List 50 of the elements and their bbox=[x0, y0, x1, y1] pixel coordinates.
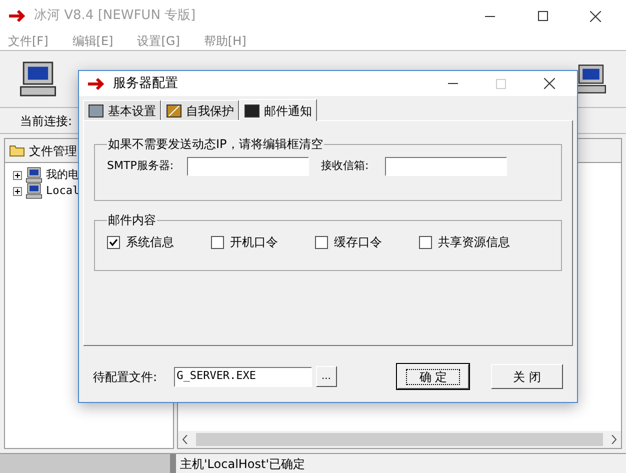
close-icon[interactable] bbox=[544, 78, 554, 89]
folder-icon bbox=[9, 144, 25, 157]
close-icon[interactable] bbox=[590, 10, 601, 22]
computer-icon bbox=[26, 167, 42, 183]
scroll-left-icon[interactable] bbox=[182, 435, 188, 444]
computer-icon bbox=[576, 64, 606, 94]
checkmark-icon bbox=[109, 238, 118, 246]
app-logo-icon bbox=[8, 8, 26, 24]
connection-label: 当前连接: bbox=[20, 112, 72, 130]
panel-title: 文件管理 bbox=[29, 142, 77, 160]
scroll-right-icon[interactable] bbox=[611, 435, 617, 444]
horizontal-scrollbar[interactable] bbox=[178, 431, 621, 448]
input-field[interactable] bbox=[385, 157, 507, 176]
dialog-button[interactable]: 关 闭 bbox=[491, 364, 563, 389]
checkbox-label[interactable]: 开机口令 bbox=[230, 233, 278, 251]
expand-icon[interactable] bbox=[13, 170, 22, 180]
file-label: 待配置文件: bbox=[93, 368, 158, 386]
dialog-title: 服务器配置 bbox=[113, 74, 178, 93]
file-field[interactable]: G_SERVER.EXE bbox=[174, 366, 312, 386]
maximize-icon bbox=[496, 78, 506, 88]
checkbox-label[interactable]: 缓存口令 bbox=[334, 233, 382, 251]
shield-icon bbox=[166, 102, 182, 118]
checkbox-label[interactable]: 共享资源信息 bbox=[438, 233, 510, 251]
dialog-button[interactable]: 确 定 bbox=[397, 364, 470, 389]
browse-button[interactable]: ... bbox=[316, 366, 337, 387]
tab[interactable]: 自我保护 bbox=[161, 100, 239, 120]
status-text: 主机'LocalHost'已确定 bbox=[170, 454, 626, 473]
window-title: 冰河 V8.4 [NEWFUN 专版] bbox=[34, 7, 196, 26]
menu-item[interactable]: 编辑[E] bbox=[72, 32, 114, 50]
checkbox-label[interactable]: 系统信息 bbox=[126, 233, 174, 251]
menu-item[interactable]: 设置[G] bbox=[137, 32, 180, 50]
input-field[interactable] bbox=[187, 157, 309, 176]
group-title: 如果不需要发送动态IP，请将编辑框清空 bbox=[107, 136, 324, 153]
menu-item[interactable]: 帮助[H] bbox=[204, 32, 246, 50]
checkbox[interactable] bbox=[107, 236, 120, 248]
tree-item[interactable]: Local bbox=[46, 182, 80, 200]
tab[interactable]: 基本设置 bbox=[83, 100, 161, 120]
maximize-icon[interactable] bbox=[538, 11, 548, 21]
field-label: 接收信箱: bbox=[321, 158, 370, 174]
expand-icon[interactable] bbox=[13, 186, 22, 196]
checkbox[interactable] bbox=[211, 236, 224, 248]
computer-icon bbox=[20, 61, 56, 97]
computer-icon bbox=[26, 183, 42, 199]
field-label: SMTP服务器: bbox=[107, 158, 175, 174]
checkbox[interactable] bbox=[315, 236, 328, 248]
tab[interactable]: 邮件通知 bbox=[239, 99, 317, 121]
app-logo-icon bbox=[87, 76, 105, 92]
menu-item[interactable]: 文件[F] bbox=[8, 32, 48, 50]
group-title: 邮件内容 bbox=[107, 212, 157, 229]
checkbox[interactable] bbox=[419, 236, 432, 248]
